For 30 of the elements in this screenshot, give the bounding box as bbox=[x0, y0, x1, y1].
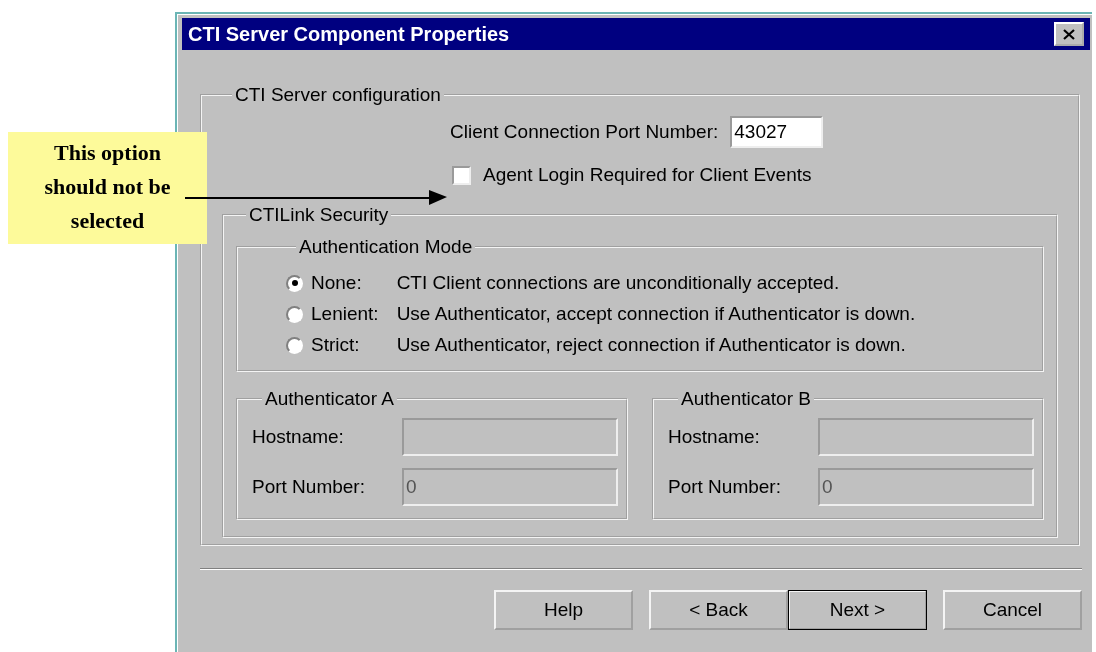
checkbox[interactable] bbox=[452, 165, 471, 185]
port-field[interactable]: 43027 bbox=[730, 116, 824, 148]
close-button[interactable] bbox=[1054, 22, 1084, 46]
group-title: Authenticator B bbox=[680, 388, 812, 410]
callout-note: This option should not be selected bbox=[8, 132, 207, 244]
dialog-button[interactable]: < Back bbox=[649, 590, 788, 630]
group-title: Authenticator A bbox=[264, 388, 395, 410]
option-description: Use Authenticator, reject connection if Authenticator is down. bbox=[396, 334, 907, 356]
group-title: Authentication Mode bbox=[298, 236, 474, 258]
radio-label[interactable]: Strict: bbox=[311, 334, 389, 356]
group-title: CTILink Security bbox=[248, 204, 390, 226]
checkbox-label: Agent Login Required for Client Events bbox=[483, 164, 812, 186]
radio-label[interactable]: Lenient: bbox=[311, 303, 389, 325]
port-label: Port Number: bbox=[668, 476, 782, 498]
port-label: Port Number: bbox=[252, 476, 366, 498]
radio-label[interactable]: None: bbox=[311, 272, 389, 294]
hostname-label: Hostname: bbox=[668, 426, 761, 448]
dialog-button[interactable]: Help bbox=[494, 590, 633, 630]
radio-button[interactable] bbox=[286, 274, 303, 292]
close-icon bbox=[1063, 28, 1075, 40]
dialog-button[interactable]: Next > bbox=[788, 590, 927, 630]
option-description: Use Authenticator, accept connection if Authenticator is down. bbox=[396, 303, 917, 325]
port-label: Client Connection Port Number: bbox=[450, 121, 719, 143]
dialog-button[interactable]: Cancel bbox=[943, 590, 1082, 630]
window-title: CTI Server Component Properties bbox=[188, 22, 510, 46]
option-description: CTI Client connections are unconditionally accepted. bbox=[396, 272, 841, 294]
group-title: CTI Server configuration bbox=[234, 84, 442, 106]
radio-button[interactable] bbox=[286, 336, 303, 354]
hostname-label: Hostname: bbox=[252, 426, 345, 448]
radio-button[interactable] bbox=[286, 305, 303, 323]
